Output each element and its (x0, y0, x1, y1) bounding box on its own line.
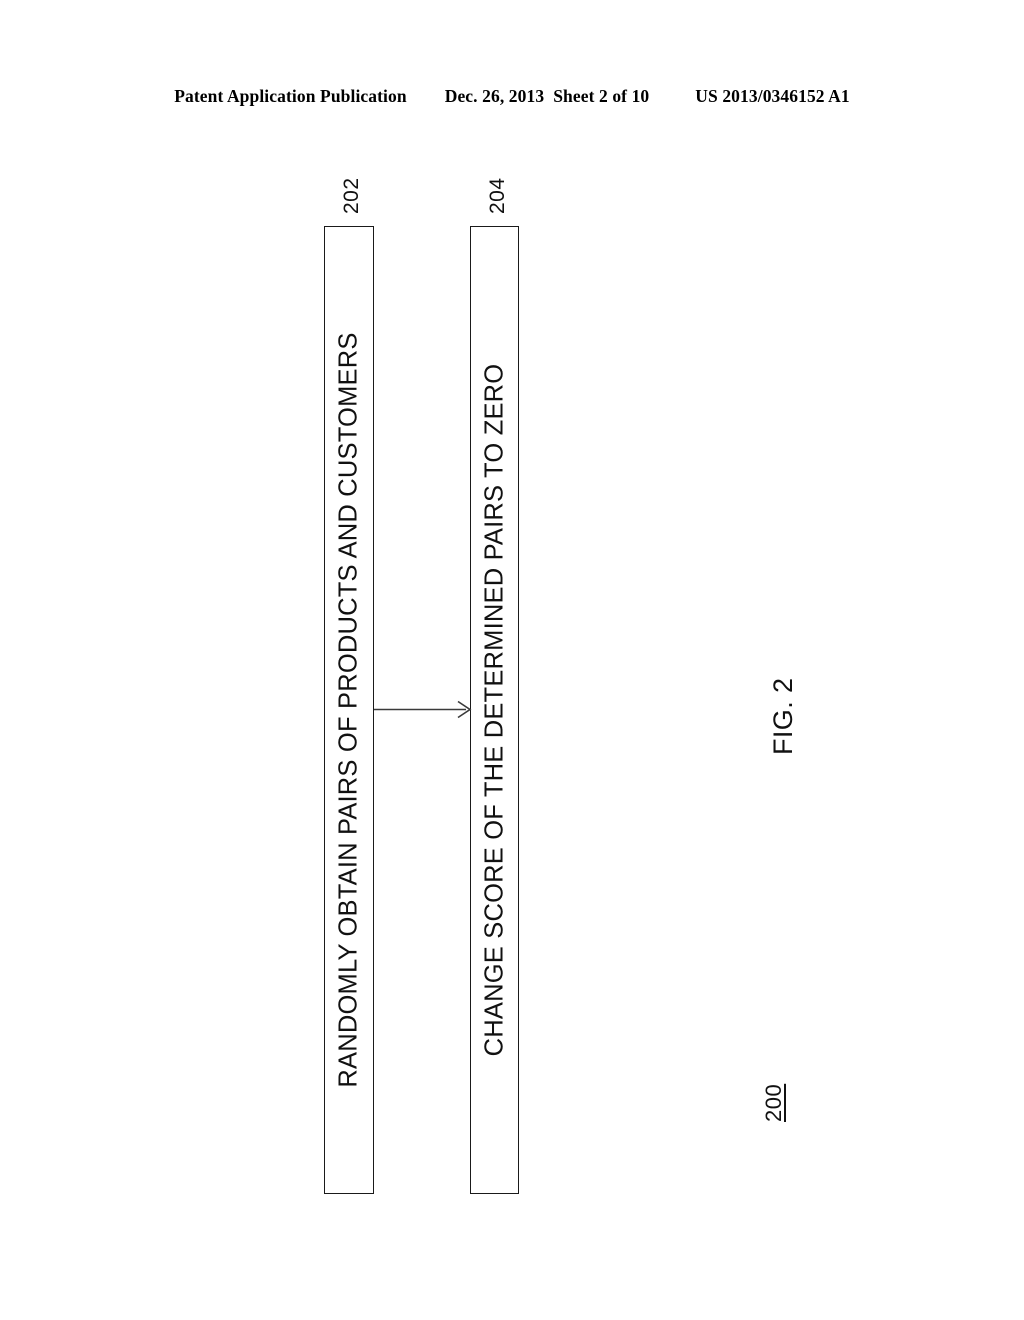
process-box-202-label: RANDOMLY OBTAIN PAIRS OF PRODUCTS AND CU… (334, 332, 363, 1088)
process-box-204-label: CHANGE SCORE OF THE DETERMINED PAIRS TO … (479, 363, 508, 1057)
figure-caption: FIG. 2 (768, 677, 798, 755)
connector-arrow-202-to-204 (374, 700, 472, 719)
flow-reference-numeral-200: 200 (761, 1083, 786, 1122)
reference-numeral-202: 202 (340, 177, 363, 214)
flowchart-figure: 202 RANDOMLY OBTAIN PAIRS OF PRODUCTS AN… (0, 0, 1024, 1320)
process-box-204: CHANGE SCORE OF THE DETERMINED PAIRS TO … (470, 226, 519, 1194)
reference-numeral-204: 204 (486, 177, 509, 214)
process-box-202: RANDOMLY OBTAIN PAIRS OF PRODUCTS AND CU… (324, 226, 374, 1194)
